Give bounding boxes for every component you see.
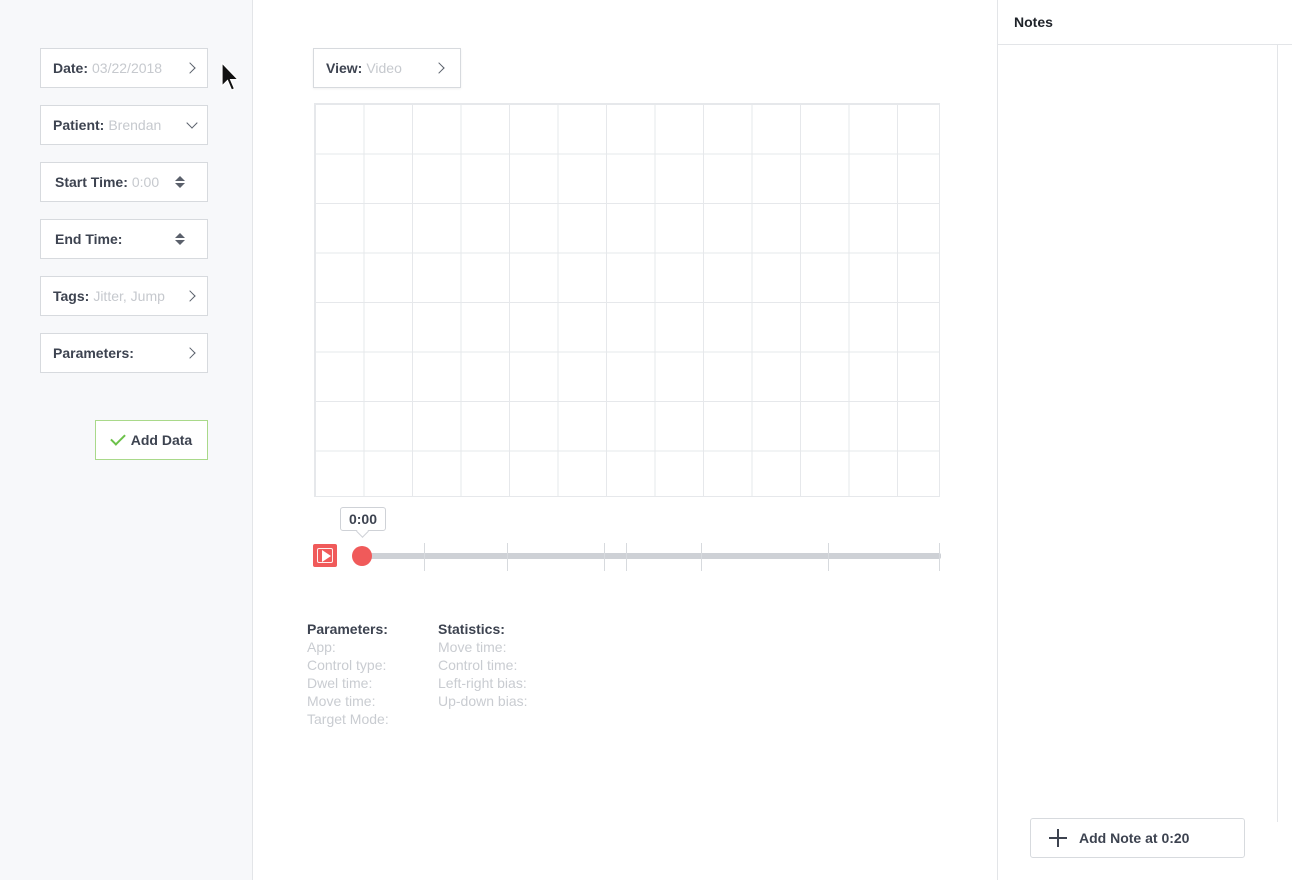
timeline-tick	[507, 543, 508, 571]
parameters-selector[interactable]: Parameters:	[40, 333, 208, 373]
view-selector[interactable]: View: Video	[313, 48, 461, 88]
start-time-stepper[interactable]: Start Time: 0:00	[40, 162, 208, 202]
start-time-value: 0:00	[131, 174, 160, 190]
add-data-label: Add Data	[130, 432, 193, 448]
patient-label: Patient:	[53, 117, 105, 133]
add-data-button[interactable]: Add Data	[95, 420, 208, 460]
start-time-label: Start Time:	[55, 174, 128, 190]
add-note-label: Add Note at 0:20	[1079, 830, 1190, 846]
parameter-row: Target Mode:	[307, 711, 389, 727]
chevron-right-icon	[184, 289, 199, 303]
timeline-tick	[626, 543, 627, 571]
parameter-row: Dwel time:	[307, 675, 373, 691]
view-label: View:	[326, 60, 363, 76]
parameters-summary: Parameters: App: Control type: Dwel time…	[307, 620, 389, 728]
end-time-label: End Time:	[55, 231, 123, 247]
parameters-heading: Parameters:	[307, 621, 388, 637]
parameters-label: Parameters:	[53, 345, 134, 361]
statistic-row: Up-down bias:	[438, 693, 528, 709]
chevron-down-icon	[185, 117, 199, 132]
timeline-tick	[604, 543, 605, 571]
timeline-track[interactable]	[362, 553, 941, 559]
stepper-icon[interactable]	[173, 232, 187, 246]
view-value: Video	[366, 60, 402, 76]
parameter-row: App:	[307, 639, 336, 655]
chevron-right-icon	[433, 61, 448, 75]
end-time-stepper[interactable]: End Time:	[40, 219, 208, 259]
notes-scrollbar[interactable]	[1277, 45, 1278, 822]
mouse-cursor-icon	[221, 62, 239, 91]
timeline-tick	[424, 543, 425, 571]
patient-value: Brendan	[108, 117, 162, 133]
date-label: Date:	[53, 60, 89, 76]
play-button[interactable]	[313, 544, 337, 567]
date-value: 03/22/2018	[92, 60, 163, 76]
current-time-tooltip: 0:00	[340, 507, 386, 531]
video-canvas[interactable]	[314, 103, 940, 497]
chevron-right-icon	[184, 61, 199, 75]
timeline-tick	[828, 543, 829, 571]
timeline-tick	[939, 543, 940, 571]
check-icon	[109, 430, 126, 446]
add-note-button[interactable]: Add Note at 0:20	[1030, 818, 1245, 858]
notes-panel: Notes Add Note at 0:20	[997, 0, 1292, 880]
patient-select[interactable]: Patient: Brendan	[40, 105, 208, 145]
plus-icon	[1049, 829, 1067, 847]
statistic-row: Control time:	[438, 657, 518, 673]
parameter-row: Control type:	[307, 657, 387, 673]
tags-value: Jitter, Jump	[93, 288, 165, 304]
timeline-scrubber-handle[interactable]	[352, 546, 372, 566]
statistics-heading: Statistics:	[438, 621, 505, 637]
play-icon-frame	[317, 548, 333, 563]
parameter-row: Move time:	[307, 693, 376, 709]
timeline-tick	[701, 543, 702, 571]
notes-title: Notes	[998, 0, 1292, 45]
tags-label: Tags:	[53, 288, 90, 304]
stepper-icon[interactable]	[173, 175, 187, 189]
filter-sidebar: Date: 03/22/2018 Patient: Brendan Start …	[0, 0, 253, 880]
chevron-right-icon	[184, 346, 199, 360]
date-selector[interactable]: Date: 03/22/2018	[40, 48, 208, 88]
tags-selector[interactable]: Tags: Jitter, Jump	[40, 276, 208, 316]
statistic-row: Left-right bias:	[438, 675, 527, 691]
statistic-row: Move time:	[438, 639, 507, 655]
statistics-summary: Statistics: Move time: Control time: Lef…	[438, 620, 528, 710]
